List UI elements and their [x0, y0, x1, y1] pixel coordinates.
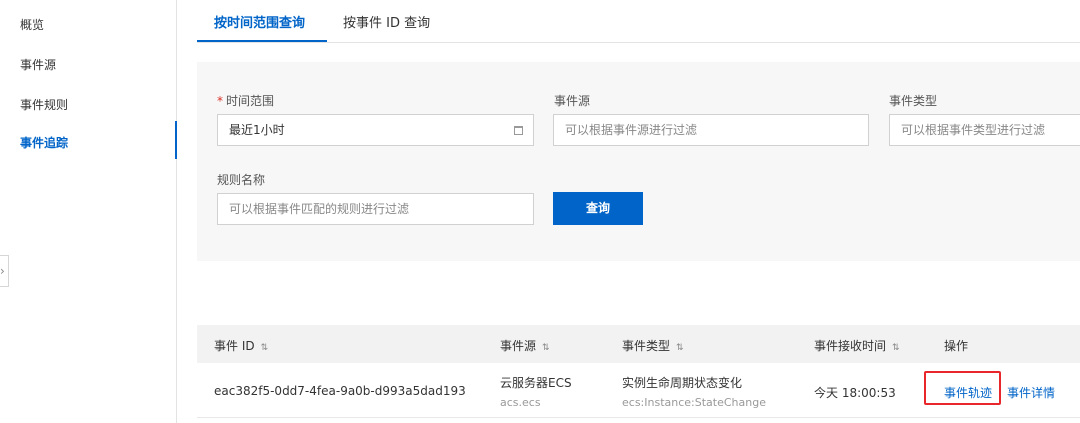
query-button[interactable]: 查询	[553, 192, 643, 225]
time-range-label: * 时间范围	[217, 92, 274, 109]
tab-by-event-id[interactable]: 按事件 ID 查询	[343, 12, 430, 31]
event-source-code: acs.ecs	[500, 396, 541, 409]
sidebar-collapse-button[interactable]: ›	[0, 255, 9, 287]
sidebar-item-event-rules[interactable]: 事件规则	[20, 96, 68, 113]
sort-icon[interactable]: ⇅	[676, 343, 684, 353]
time-range-value: 最近1小时	[229, 123, 285, 137]
event-source-label: 事件源	[554, 94, 591, 108]
table-row: eac382f5-0dd7-4fea-9a0b-d993a5dad193 云服务…	[197, 363, 1080, 418]
column-header-label: 事件源	[500, 339, 537, 353]
event-source-input[interactable]: 可以根据事件源进行过滤	[553, 114, 869, 146]
event-type-code: ecs:Instance:StateChange	[622, 396, 766, 409]
column-header-event-type[interactable]: 事件类型 ⇅	[622, 337, 684, 354]
column-header-label: 事件 ID	[214, 339, 255, 353]
event-source-name: 云服务器ECS	[500, 376, 572, 390]
column-header-actions: 操作	[944, 339, 969, 353]
chevron-right-icon: ›	[0, 264, 5, 278]
rule-name-label: 规则名称	[217, 173, 266, 187]
sidebar-item-overview[interactable]: 概览	[20, 16, 44, 33]
time-range-label-text: 时间范围	[226, 94, 275, 108]
event-id-cell: eac382f5-0dd7-4fea-9a0b-d993a5dad193	[214, 384, 466, 398]
sidebar-item-event-tracking[interactable]: 事件追踪	[20, 134, 68, 151]
sort-icon[interactable]: ⇅	[892, 343, 900, 353]
column-header-event-id[interactable]: 事件 ID ⇅	[214, 337, 268, 354]
sort-icon[interactable]: ⇅	[261, 343, 269, 353]
active-tab-underline	[197, 40, 327, 42]
filter-panel: * 时间范围 最近1小时 事件源 可以根据事件源进行过滤 事件类型 可以根据事件类…	[197, 62, 1080, 261]
column-header-received-time[interactable]: 事件接收时间 ⇅	[814, 337, 900, 354]
query-tabs: 按时间范围查询 按事件 ID 查询	[197, 0, 1080, 43]
time-range-picker[interactable]: 最近1小时	[217, 114, 534, 146]
event-type-input[interactable]: 可以根据事件类型进行过滤	[889, 114, 1080, 146]
tab-by-time-range[interactable]: 按时间范围查询	[214, 12, 305, 31]
event-details-link[interactable]: 事件详情	[1007, 384, 1055, 401]
sidebar: 概览 事件源 事件规则 事件追踪	[0, 0, 177, 423]
column-header-label: 事件类型	[622, 339, 671, 353]
column-header-event-source[interactable]: 事件源 ⇅	[500, 337, 550, 354]
rule-name-input[interactable]: 可以根据事件匹配的规则进行过滤	[217, 193, 534, 225]
app-root: 概览 事件源 事件规则 事件追踪 › 按时间范围查询 按事件 ID 查询 * 时间…	[0, 0, 1080, 423]
received-time-cell: 今天 18:00:53	[814, 386, 896, 400]
event-type-label: 事件类型	[889, 94, 938, 108]
sidebar-active-indicator	[175, 121, 177, 159]
table-header: 事件 ID ⇅ 事件源 ⇅ 事件类型 ⇅ 事件接收时间 ⇅ 操作	[197, 325, 1080, 363]
event-trace-link[interactable]: 事件轨迹	[944, 384, 992, 401]
calendar-icon[interactable]	[514, 126, 523, 135]
required-mark: *	[217, 94, 223, 108]
event-type-name: 实例生命周期状态变化	[622, 376, 743, 390]
column-header-label: 事件接收时间	[814, 339, 887, 353]
sort-icon[interactable]: ⇅	[542, 343, 550, 353]
sidebar-item-event-sources[interactable]: 事件源	[20, 56, 56, 73]
